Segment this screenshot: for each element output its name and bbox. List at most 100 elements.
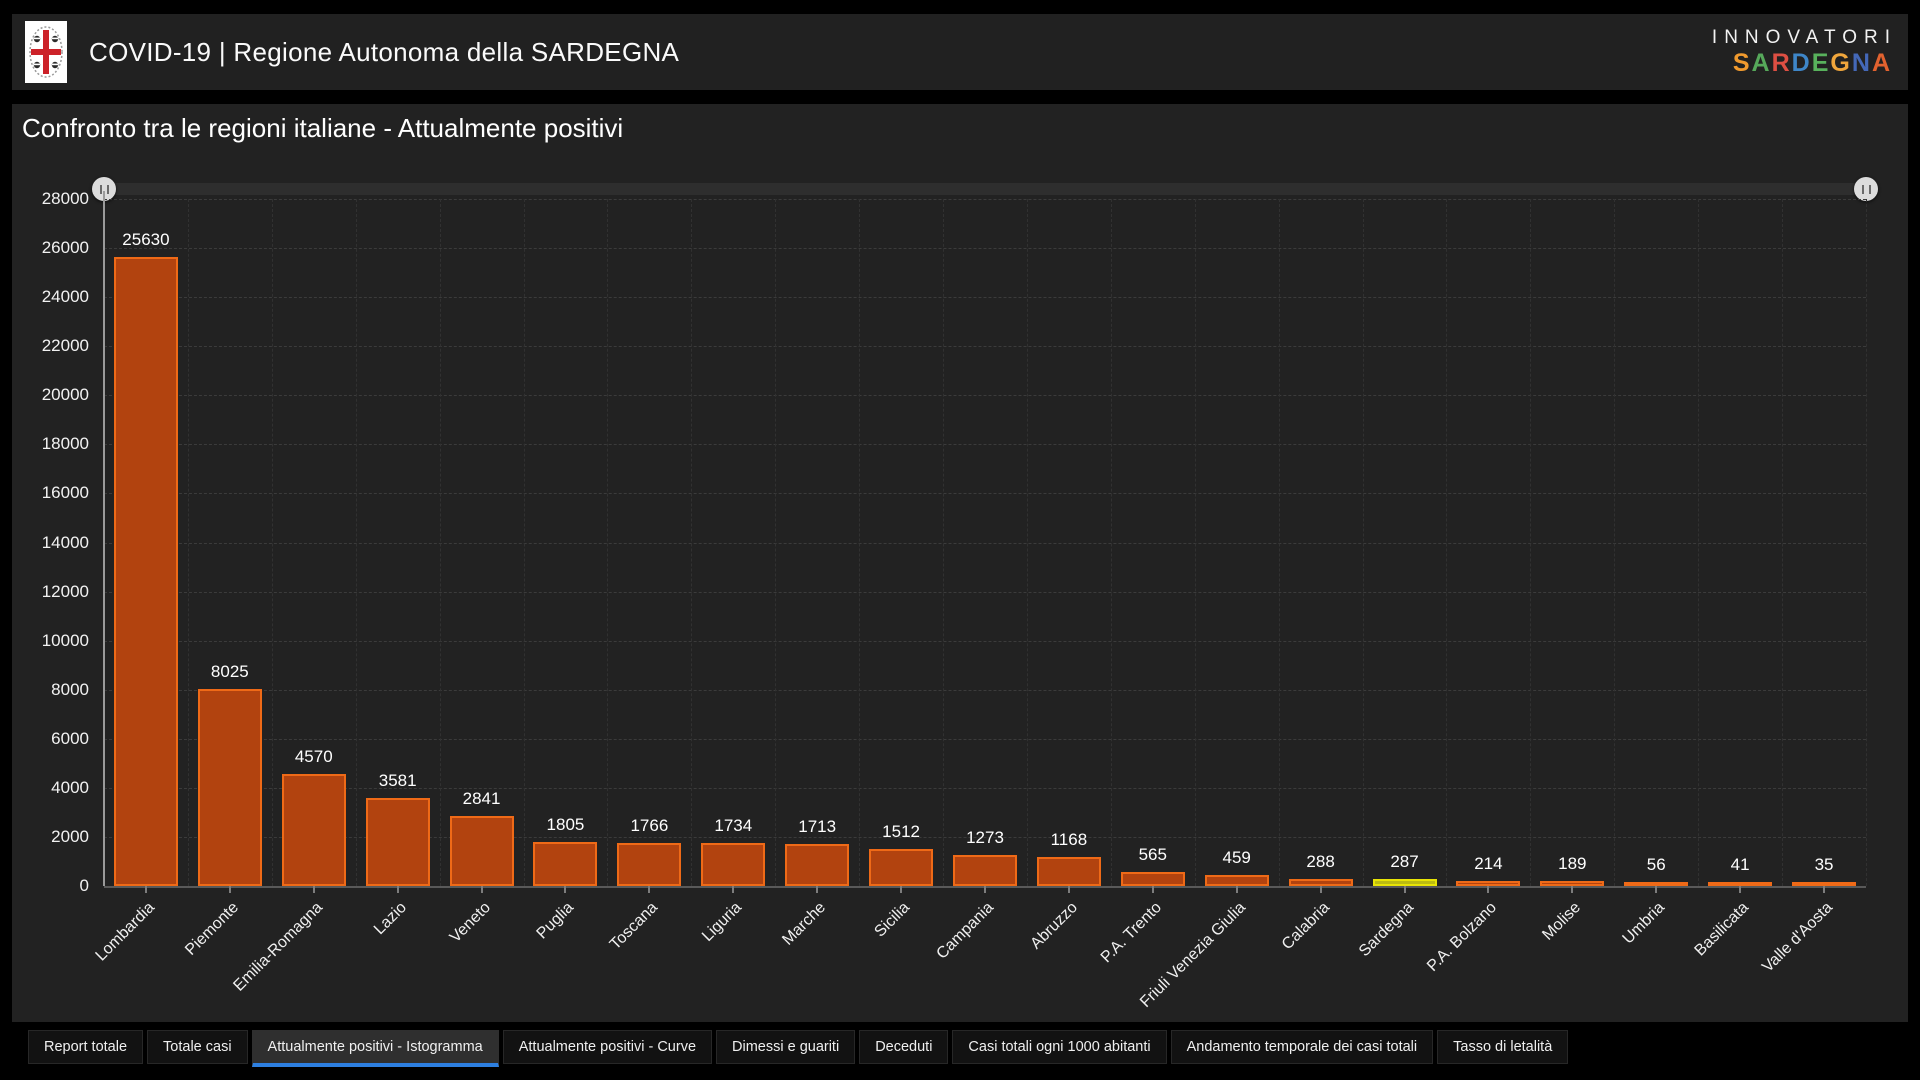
v-gridline [691, 199, 693, 886]
v-gridline [1362, 199, 1364, 886]
bar-value-label: 1713 [798, 816, 837, 836]
v-gridline [1278, 199, 1280, 886]
brand-letter: N [1851, 48, 1872, 77]
bar-sicilia[interactable] [869, 848, 934, 886]
bar-abruzzo[interactable] [1036, 857, 1101, 886]
drag-grip-icon [1861, 184, 1871, 194]
bar-p-a-trento[interactable] [1120, 872, 1185, 886]
h-gridline [104, 738, 1866, 740]
h-gridline [104, 591, 1866, 593]
tab-andamento-temporale-dei-casi-totali[interactable]: Andamento temporale dei casi totali [1170, 1030, 1434, 1064]
bar-value-label: 8025 [210, 662, 249, 682]
y-tick-label: 28000 [41, 189, 89, 208]
y-tick-label: 14000 [41, 532, 89, 552]
y-tick-label: 18000 [41, 434, 89, 454]
y-tick-label: 4000 [51, 777, 89, 797]
y-tick-label: 12000 [41, 581, 89, 601]
tab-deceduti[interactable]: Deceduti [859, 1030, 949, 1064]
v-gridline [775, 199, 777, 886]
h-gridline [104, 444, 1866, 446]
bar-lazio[interactable] [365, 798, 430, 886]
tab-casi-totali-ogni-1000-abitanti[interactable]: Casi totali ogni 1000 abitanti [952, 1030, 1167, 1064]
bar-campania[interactable] [953, 854, 1017, 886]
sardegna-flag-logo [25, 21, 67, 83]
x-axis-tick [1823, 886, 1826, 893]
brand-letter: E [1811, 48, 1831, 77]
bar-marche[interactable] [785, 843, 850, 886]
brand-letter: S [1732, 48, 1752, 77]
y-tick-label: 20000 [41, 385, 89, 405]
x-axis-tick [312, 886, 315, 893]
x-axis-tick [144, 886, 147, 893]
y-tick-label: 0 [79, 876, 89, 895]
tab-totale-casi[interactable]: Totale casi [147, 1030, 248, 1064]
x-axis-tick [816, 886, 819, 893]
y-axis-labels: 0 2000 4000 6000 8000 10000 12000 14000 16000 180… [12, 189, 98, 895]
v-gridline [523, 199, 525, 886]
h-gridline [104, 297, 1866, 299]
bar-toscana[interactable] [617, 842, 682, 886]
x-axis-tick [1403, 886, 1406, 893]
tab-dimessi-e-guariti[interactable]: Dimessi e guariti [716, 1030, 856, 1064]
y-tick-label: 10000 [41, 630, 89, 650]
v-gridline [607, 199, 609, 886]
brand-letter: A [1751, 48, 1772, 77]
v-gridline [1614, 199, 1616, 886]
v-gridline [1026, 199, 1028, 886]
bar-value-label: 1734 [714, 816, 753, 836]
brand-letter: R [1771, 48, 1792, 77]
h-gridline [104, 493, 1866, 495]
bar-friuli-venezia-giulia[interactable] [1204, 874, 1269, 886]
h-gridline [104, 248, 1866, 250]
tab-report-totale[interactable]: Report totale [28, 1030, 144, 1064]
v-gridline [1866, 199, 1867, 886]
bar-value-label: 287 [1390, 851, 1419, 871]
brand-innovatori-text: INNOVATORI [1711, 26, 1897, 48]
bar-calabria[interactable] [1288, 878, 1353, 886]
bar-value-label: 56 [1646, 855, 1666, 874]
tab-attualmente-positivi-istogramma[interactable]: Attualmente positivi - Istogramma [251, 1030, 499, 1067]
bar-value-label: 1805 [546, 814, 585, 834]
bar-sardegna[interactable] [1372, 878, 1437, 886]
bar-emilia-romagna[interactable] [281, 773, 346, 886]
bar-value-label: 1168 [1050, 830, 1088, 850]
data-zoom-slider-track[interactable] [104, 183, 1866, 195]
brand-sardegna-text: SARDEGNA [1712, 49, 1892, 78]
y-tick-label: 26000 [41, 238, 89, 258]
h-gridline [104, 199, 1866, 200]
x-axis-tick [648, 886, 651, 893]
bar-liguria[interactable] [701, 843, 766, 886]
h-gridline [104, 640, 1866, 642]
v-gridline [439, 199, 441, 886]
app-header: COVID-19 | Regione Autonoma della SARDEG… [12, 14, 1908, 90]
view-tabs: Report totale Totale casi Attualmente posi… [28, 1030, 1569, 1067]
x-axis-tick [1655, 886, 1658, 893]
brand-letter: G [1830, 48, 1852, 77]
v-gridline [1194, 199, 1196, 886]
x-axis-tick [1067, 886, 1070, 893]
h-gridline [104, 346, 1866, 348]
v-gridline [271, 199, 273, 886]
page-title: Confronto tra le regioni italiane - Attu… [22, 113, 624, 143]
x-axis-tick [1151, 886, 1154, 893]
y-tick-label: 24000 [41, 287, 89, 307]
bar-value-label: 565 [1138, 845, 1167, 865]
bar-veneto[interactable] [449, 816, 514, 886]
x-axis-tick [480, 886, 483, 893]
y-tick-label: 2000 [51, 826, 89, 846]
data-zoom-right-handle[interactable] [1854, 177, 1878, 201]
bar-value-label: 288 [1306, 851, 1335, 871]
x-axis-tick [396, 886, 399, 893]
y-tick-label: 6000 [51, 728, 89, 748]
tab-tasso-di-letalit[interactable]: Tasso di letalità [1437, 1030, 1569, 1064]
bar-lombardia[interactable] [113, 257, 178, 886]
tab-attualmente-positivi-curve[interactable]: Attualmente positivi - Curve [502, 1030, 713, 1064]
x-axis-tick [984, 886, 986, 893]
bar-piemonte[interactable] [197, 689, 262, 886]
bar-value-label: 1273 [966, 827, 1004, 847]
brand-letter: D [1791, 48, 1812, 77]
four-moors-icon [28, 24, 64, 80]
bar-puglia[interactable] [533, 841, 598, 886]
x-axis-tick [1571, 886, 1574, 893]
v-gridline [859, 199, 861, 886]
